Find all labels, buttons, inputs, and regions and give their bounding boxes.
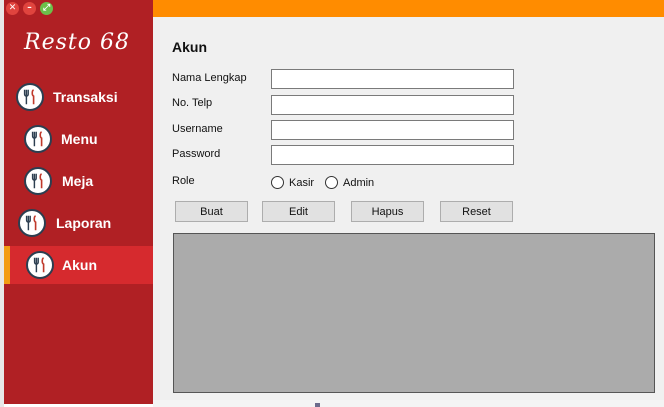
role-label: Role [172,175,195,187]
role-admin-radio[interactable]: Admin [325,176,374,189]
role-kasir-radio[interactable]: Kasir [271,176,314,189]
utensils-icon [16,83,44,111]
accounts-data-grid[interactable] [173,233,655,393]
minimize-window-button[interactable]: – [23,2,36,15]
utensils-icon [26,251,54,279]
sidebar-item-label: Transaksi [53,89,118,105]
radio-label: Admin [343,176,375,189]
full-name-label: Nama Lengkap [172,72,247,84]
radio-label: Kasir [289,176,315,189]
create-button[interactable]: Buat [175,201,248,222]
utensils-icon [24,167,52,195]
background-window-strip [153,400,664,407]
window-controls: ✕ – ⤢ [6,2,53,15]
sidebar-item-label: Meja [62,173,94,189]
radio-circle-icon [325,176,338,189]
sidebar-item-meja[interactable]: Meja [4,162,153,200]
sidebar-item-akun[interactable]: Akun [4,246,153,284]
edit-button[interactable]: Edit [262,201,335,222]
sidebar-item-label: Laporan [56,215,112,231]
account-form-panel: Akun Nama Lengkap No. Telp Username Pass… [153,17,664,400]
reset-button[interactable]: Reset [440,201,513,222]
utensils-icon [18,209,46,237]
maximize-window-button[interactable]: ⤢ [40,2,53,15]
sidebar-item-label: Menu [61,131,98,147]
app-logo: Resto 68 [24,30,130,55]
username-input[interactable] [271,120,514,140]
sidebar-item-transaksi[interactable]: Transaksi [4,78,153,116]
close-window-button[interactable]: ✕ [6,2,19,15]
top-accent-bar [153,0,664,17]
full-name-input[interactable] [271,69,514,89]
sidebar-nav: Transaksi Menu Meja Laporan Akun [4,78,153,284]
page-title: Akun [172,39,207,55]
username-label: Username [172,123,223,135]
password-input[interactable] [271,145,514,165]
sidebar: ✕ – ⤢ Resto 68 Transaksi Menu Meja Lapor… [4,0,153,404]
utensils-icon [24,125,52,153]
password-label: Password [172,148,221,160]
phone-input[interactable] [271,95,514,115]
sidebar-item-label: Akun [62,257,97,273]
radio-circle-icon [271,176,284,189]
phone-label: No. Telp [172,97,213,109]
sidebar-item-menu[interactable]: Menu [4,120,153,158]
delete-button[interactable]: Hapus [351,201,424,222]
sidebar-item-laporan[interactable]: Laporan [4,204,153,242]
background-mark [315,403,320,407]
